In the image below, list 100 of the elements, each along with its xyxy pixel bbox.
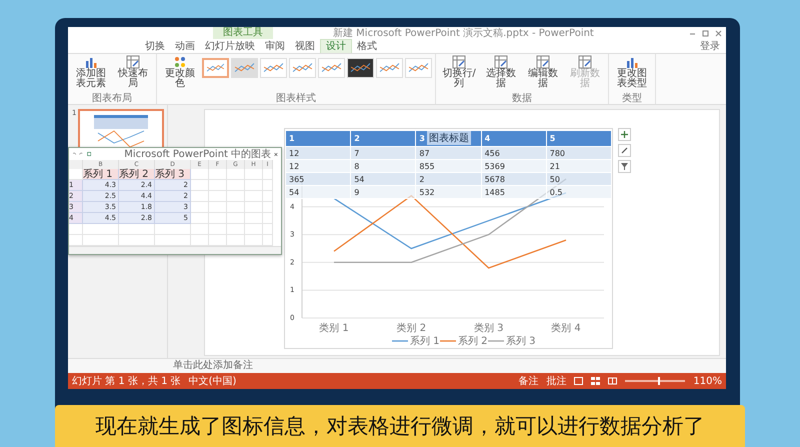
sheet-cell[interactable]: 系列 1 <box>83 169 119 180</box>
sheet-cell[interactable] <box>191 224 209 235</box>
ribbon-button[interactable]: 更改图表类型 <box>612 55 652 89</box>
table-cell: 21 <box>546 160 612 172</box>
sheet-cell[interactable] <box>263 224 273 235</box>
sorter-view-icon[interactable] <box>591 377 600 385</box>
axis-category-label: 类别 3 <box>474 323 504 334</box>
normal-view-icon[interactable] <box>574 377 584 385</box>
axis-category-label: 类别 1 <box>319 323 349 334</box>
ribbon-tab[interactable]: 审阅 <box>260 40 290 53</box>
chart-style-thumbnail[interactable] <box>231 58 258 78</box>
sheet-cell[interactable]: 系列 3 <box>155 169 191 180</box>
sheet-cell[interactable] <box>263 169 273 180</box>
filter-icon[interactable] <box>618 160 631 173</box>
legend-label: 系列 1 <box>410 336 440 347</box>
table-cell: 5369 <box>481 160 546 172</box>
table-cell: 855 <box>416 160 482 172</box>
group-label: 图表布局 <box>91 93 133 104</box>
table-cell: 7 <box>350 146 416 160</box>
ribbon-tab[interactable]: 切换 <box>140 40 170 53</box>
sheet-cell[interactable] <box>209 191 227 202</box>
table-cell: 365 <box>286 172 351 186</box>
sheet-cell[interactable] <box>209 169 227 180</box>
sheet-cell[interactable] <box>245 180 263 191</box>
ribbon-button[interactable]: 编辑数据 <box>523 55 563 89</box>
table-cell: 54 <box>350 172 416 186</box>
table-cell: 456 <box>481 146 546 160</box>
add-icon[interactable] <box>618 128 631 141</box>
sheet-cell[interactable] <box>245 202 263 213</box>
ribbon-tab[interactable]: 格式 <box>352 40 382 53</box>
ribbon-tab[interactable]: 视图 <box>290 40 320 53</box>
table-cell: 12 <box>286 146 351 160</box>
table-cell: 8 <box>350 160 416 172</box>
close-icon[interactable] <box>274 150 278 158</box>
chart-style-thumbnail[interactable] <box>405 58 432 78</box>
ribbon-button[interactable]: 添加图表元素 <box>71 55 111 89</box>
maximize-icon[interactable] <box>702 30 709 36</box>
sheet-cell[interactable] <box>227 202 245 213</box>
axis-category-label: 类别 2 <box>396 323 426 334</box>
zoom-level[interactable]: 110% <box>693 376 722 386</box>
comments-button[interactable]: 批注 <box>546 374 566 388</box>
language-label[interactable]: 中文(中国) <box>188 374 236 388</box>
sheet-cell[interactable] <box>191 169 209 180</box>
sheet-cell[interactable] <box>245 213 263 224</box>
sheet-cell[interactable] <box>209 213 227 224</box>
chart-style-thumbnail[interactable] <box>289 58 316 78</box>
sheet-cell[interactable] <box>263 180 273 191</box>
table-cell: 2 <box>416 172 482 186</box>
spreadsheet-icon[interactable] <box>86 150 92 158</box>
notes-button[interactable]: 备注 <box>518 374 538 388</box>
sheet-cell[interactable] <box>245 224 263 235</box>
notes-placeholder[interactable]: 单击此处添加备注 <box>173 360 253 371</box>
sheet-cell[interactable] <box>245 169 263 180</box>
chart-style-thumbnail[interactable] <box>202 58 229 78</box>
ribbon-tab[interactable]: 动画 <box>170 40 200 53</box>
close-icon[interactable] <box>715 30 722 36</box>
sheet-cell[interactable] <box>227 224 245 235</box>
sheet-cell[interactable] <box>155 224 191 235</box>
ribbon-button[interactable]: 切换行/列 <box>439 55 479 89</box>
sheet-cell[interactable] <box>263 213 273 224</box>
sheet-cell[interactable] <box>227 169 245 180</box>
sheet-cell[interactable] <box>191 213 209 224</box>
sheet-cell[interactable] <box>209 224 227 235</box>
brush-icon[interactable] <box>618 144 631 157</box>
chart-style-thumbnail[interactable] <box>347 58 374 78</box>
chart-style-thumbnail[interactable] <box>318 58 345 78</box>
reading-view-icon[interactable] <box>608 377 618 385</box>
sheet-cell[interactable] <box>191 202 209 213</box>
ribbon-tab[interactable]: 幻灯片放映 <box>200 40 260 53</box>
table-header-cell: 5 <box>546 130 612 146</box>
sheet-cell[interactable] <box>69 224 83 235</box>
sheet-cell[interactable]: 系列 2 <box>119 169 155 180</box>
sheet-cell[interactable] <box>245 191 263 202</box>
sheet-cell[interactable] <box>227 180 245 191</box>
group-label: 图表样式 <box>275 93 317 104</box>
sheet-cell[interactable] <box>119 224 155 235</box>
sheet-cell[interactable] <box>263 191 273 202</box>
horizontal-scrollbar[interactable] <box>69 246 281 254</box>
table-header-cell: 1 <box>286 130 351 146</box>
sheet-cell[interactable] <box>227 213 245 224</box>
sheet-cell[interactable] <box>209 202 227 213</box>
chart-style-thumbnail[interactable] <box>376 58 403 78</box>
sheet-cell[interactable] <box>209 180 227 191</box>
palette-icon <box>173 55 187 69</box>
group-label: 数据 <box>511 93 533 104</box>
sheet-cell[interactable] <box>227 191 245 202</box>
ribbon-tab[interactable]: 设计 <box>320 39 352 53</box>
table-cell: 5678 <box>481 172 546 186</box>
sheet-cell[interactable] <box>191 191 209 202</box>
sheet-cell[interactable] <box>83 224 119 235</box>
chart-style-thumbnail[interactable] <box>260 58 287 78</box>
subtitle-caption: 现在就生成了图标信息，对表格进行微调，就可以进行数据分析了 <box>55 405 745 447</box>
sheet-cell[interactable] <box>263 202 273 213</box>
sign-in-link[interactable]: 登录 <box>700 39 726 53</box>
sheet-cell[interactable] <box>191 180 209 191</box>
legend-label: 系列 3 <box>506 336 536 347</box>
table-cell: 50 <box>546 172 612 186</box>
ribbon-button[interactable]: 快速布局 <box>113 55 153 89</box>
ribbon-button[interactable]: 更改颜色 <box>160 55 200 89</box>
ribbon-button[interactable]: 选择数据 <box>481 55 521 89</box>
